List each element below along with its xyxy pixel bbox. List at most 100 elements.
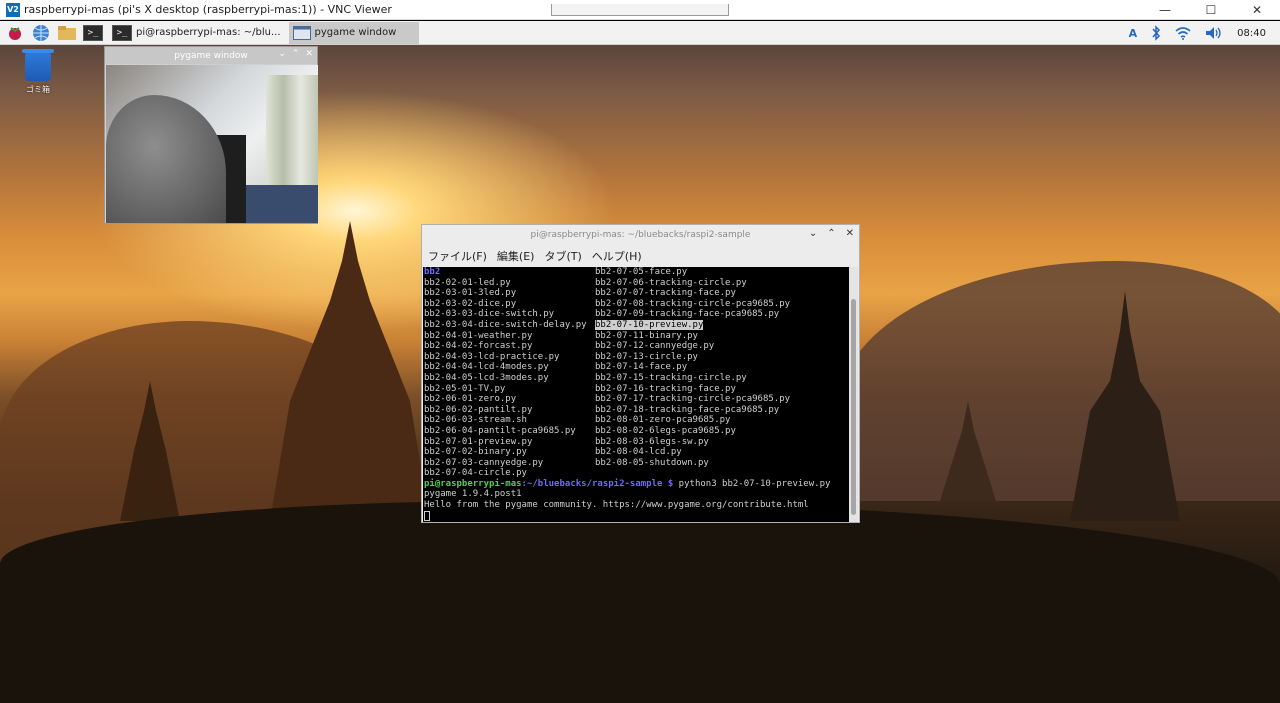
pygame-maximize-button[interactable]: ⌃ [292, 49, 300, 59]
pygame-minimize-button[interactable]: ⌄ [278, 49, 286, 59]
task-pygame-window[interactable]: pygame window [288, 21, 419, 44]
file-name: bb2-07-07-tracking-face.py [595, 288, 736, 299]
ls-cell: bb2-07-18-tracking-face-pca9685.py [595, 405, 779, 416]
ls-row: bb2-06-01-zero.py bb2-07-17-tracking-circ… [424, 394, 850, 405]
ls-cell: bb2-03-01-3led.py [424, 288, 595, 299]
file-name: bb2-04-02-forcast.py [424, 341, 533, 352]
trash-label: ゴミ箱 [26, 85, 50, 94]
output-line: Hello from the pygame community. https:/… [424, 500, 809, 511]
file-name: bb2-04-04-lcd-4modes.py [424, 362, 549, 373]
menu-help[interactable]: ヘルプ(H) [592, 248, 642, 264]
terminal-maximize-button[interactable]: ⌃ [827, 228, 835, 239]
file-name: bb2-07-10-preview.py [595, 319, 704, 330]
file-name: bb2-06-01-zero.py [424, 394, 517, 405]
cursor-line [424, 510, 850, 522]
file-name: bb2-07-14-face.py [595, 362, 688, 373]
maximize-button[interactable]: ☐ [1188, 0, 1234, 20]
ls-cell: bb2-08-02-6legs-pca9685.py [595, 426, 736, 437]
text-cursor [424, 510, 430, 521]
task-terminal-label: pi@raspberrypi-mas: ~/blu... [136, 27, 281, 38]
terminal-minimize-button[interactable]: ⌄ [809, 228, 817, 239]
ls-cell: bb2-07-01-preview.py [424, 437, 595, 448]
ls-cell: bb2-04-03-lcd-practice.py [424, 352, 595, 363]
task-pygame-label: pygame window [314, 27, 397, 38]
close-button[interactable]: ✕ [1234, 0, 1280, 20]
terminal-scrollbar[interactable] [849, 267, 858, 522]
terminal-output[interactable]: bb2 bb2-07-05-face.py bb2-02-01-led.py bb2-… [423, 267, 850, 522]
camera-person [106, 95, 226, 223]
clock[interactable]: 08:40 [1237, 28, 1266, 39]
file-name: bb2-06-04-pantilt-pca9685.py [424, 425, 576, 436]
ls-cell: bb2-06-01-zero.py [424, 394, 595, 405]
menu-edit[interactable]: 編集(E) [497, 248, 535, 264]
ls-cell: bb2-07-03-cannyedge.py [424, 458, 595, 469]
system-tray: A 08:40 [1129, 21, 1280, 45]
window-icon [292, 25, 311, 40]
trash-icon [22, 49, 54, 81]
minimize-button[interactable]: — [1142, 0, 1188, 20]
ls-row: bb2-03-04-dice-switch-delay.py bb2-07-10-… [424, 319, 850, 331]
prompt-user: pi@raspberrypi-mas [424, 478, 522, 489]
pygame-titlebar[interactable]: pygame window ⌄ ⌃ ✕ [105, 47, 317, 64]
web-browser-icon[interactable] [30, 23, 52, 43]
pygame-window[interactable]: pygame window ⌄ ⌃ ✕ [104, 46, 318, 224]
trash-desktop-icon[interactable]: ゴミ箱 [22, 49, 54, 95]
ls-row: bb2-04-05-lcd-3modes.py bb2-07-15-trackin… [424, 373, 850, 384]
scrollbar-thumb[interactable] [851, 299, 856, 515]
bluetooth-icon[interactable] [1151, 25, 1161, 41]
terminal-launcher-icon[interactable]: >_ [82, 23, 104, 43]
ls-row: bb2-04-01-weather.py bb2-07-11-binary.py [424, 331, 850, 342]
file-name: bb2-07-05-face.py [595, 267, 688, 277]
wallpaper-hill [840, 261, 1280, 501]
file-name: bb2-07-17-tracking-circle-pca9685.py [595, 394, 791, 405]
file-name: bb2-04-01-weather.py [424, 330, 533, 341]
terminal-menubar: ファイル(F) 編集(E) タブ(T) ヘルプ(H) [422, 245, 859, 267]
terminal-window[interactable]: pi@raspberrypi-mas: ~/bluebacks/raspi2-s… [421, 224, 860, 523]
ls-row: bb2-03-01-3led.py bb2-07-07-tracking-face… [424, 288, 850, 299]
ls-cell: bb2-04-02-forcast.py [424, 341, 595, 352]
ls-cell: bb2 [424, 267, 595, 278]
file-name: bb2-08-02-6legs-pca9685.py [595, 425, 736, 436]
file-name: bb2-06-03-stream.sh [424, 415, 527, 426]
keyboard-layout-indicator[interactable]: A [1129, 27, 1138, 40]
ls-cell: bb2-04-04-lcd-4modes.py [424, 362, 595, 373]
ls-row: bb2-04-04-lcd-4modes.py bb2-07-14-face.py [424, 362, 850, 373]
ls-cell: bb2-03-03-dice-switch.py [424, 309, 595, 320]
terminal-icon: >_ [112, 24, 132, 41]
ls-row: bb2-04-03-lcd-practice.py bb2-07-13-circl… [424, 352, 850, 363]
pygame-close-button[interactable]: ✕ [305, 49, 313, 59]
volume-icon[interactable] [1205, 26, 1223, 40]
ls-cell: bb2-02-01-led.py [424, 278, 595, 289]
file-manager-icon[interactable] [56, 23, 78, 43]
file-name: bb2-07-01-preview.py [424, 436, 533, 447]
ls-cell: bb2-06-02-pantilt.py [424, 405, 595, 416]
ls-row: bb2-07-03-cannyedge.py bb2-08-05-shutdown… [424, 458, 850, 469]
ls-cell: bb2-07-02-binary.py [424, 447, 595, 458]
terminal-titlebar[interactable]: pi@raspberrypi-mas: ~/bluebacks/raspi2-s… [422, 225, 859, 245]
menu-file[interactable]: ファイル(F) [428, 248, 487, 264]
raspberry-menu-icon[interactable] [4, 23, 26, 43]
ls-row: bb2-03-02-dice.py bb2-07-08-tracking-circ… [424, 299, 850, 310]
ls-cell: bb2-03-04-dice-switch-delay.py [424, 320, 595, 331]
ls-cell: bb2-07-06-tracking-circle.py [595, 278, 747, 289]
file-name: bb2-02-01-led.py [424, 277, 511, 288]
terminal-close-button[interactable]: ✕ [846, 228, 854, 239]
ls-cell: bb2-06-03-stream.sh [424, 415, 595, 426]
prompt-command: python3 bb2-07-10-preview.py [673, 478, 831, 489]
file-name: bb2-07-09-tracking-face-pca9685.py [595, 309, 780, 320]
file-name: bb2-07-06-tracking-circle.py [595, 277, 747, 288]
camera-desk [241, 185, 318, 223]
task-terminal[interactable]: >_ pi@raspberrypi-mas: ~/blu... [108, 22, 285, 44]
ls-row: bb2-05-01-TV.py bb2-07-16-tracking-face.p… [424, 384, 850, 395]
file-name: bb2-07-03-cannyedge.py [424, 457, 544, 468]
wallpaper-pagoda [270, 221, 430, 521]
camera-preview [106, 65, 318, 223]
wifi-icon[interactable] [1175, 26, 1191, 40]
ls-cell: bb2-04-01-weather.py [424, 331, 595, 342]
wallpaper-pagoda [120, 381, 180, 521]
ls-cell: bb2-08-01-zero-pca9685.py [595, 415, 730, 426]
menu-tabs[interactable]: タブ(T) [544, 248, 581, 264]
vnc-toolbar-handle[interactable] [551, 4, 729, 16]
file-name: bb2-07-18-tracking-face-pca9685.py [595, 404, 780, 415]
ls-row: bb2-07-01-preview.py bb2-08-03-6legs-sw.p… [424, 437, 850, 448]
